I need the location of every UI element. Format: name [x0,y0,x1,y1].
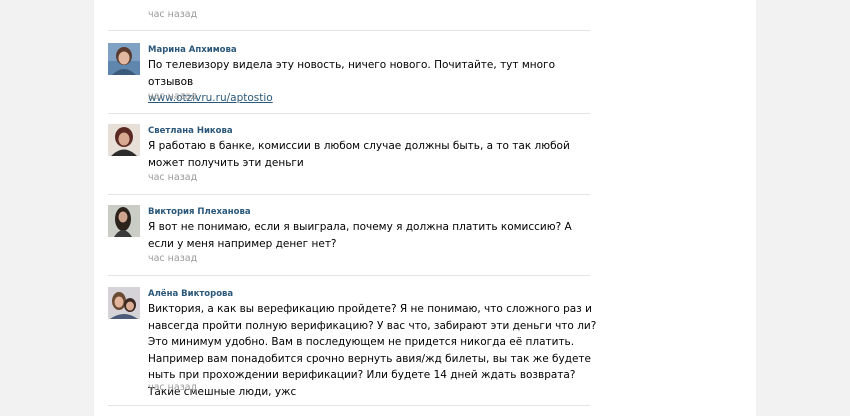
divider [108,405,590,406]
comment-author[interactable]: Алёна Викторова [148,289,233,299]
comment-time[interactable]: час назад [148,91,197,102]
divider [108,194,590,195]
comment-time[interactable]: час назад [148,172,197,183]
divider [108,113,590,114]
divider [108,30,590,31]
avatar[interactable] [108,205,140,237]
comment-item: Виктория Плеханова Я вот не понимаю, есл… [108,205,683,285]
comment-item: Светлана Никова Я работаю в банке, комис… [108,124,683,204]
comment-time[interactable]: час назад [148,382,197,393]
comment-time[interactable]: час назад [148,9,197,20]
comment-author[interactable]: Марина Апхимова [148,45,237,55]
comment-text: По телевизору видела эту новость, ничего… [148,57,598,107]
comment-item: Марина Апхимова По телевизору видела эту… [108,43,683,123]
avatar[interactable] [108,287,140,319]
avatar[interactable] [108,124,140,156]
comment-text: Виктория, а как вы верефикацию пройдете?… [148,303,597,398]
avatar[interactable] [108,43,140,75]
comment-time[interactable]: час назад [148,253,197,264]
divider [108,275,590,276]
comment-text: Я вот не понимаю, если я выиграла, почем… [148,221,572,250]
comment-item: Алёна Викторова Виктория, а как вы вереф… [108,287,683,416]
comment-item: час назад [108,0,683,40]
comment-author[interactable]: Светлана Никова [148,126,233,136]
comment-text: Я работаю в банке, комиссии в любом случ… [148,140,570,169]
page-container: час назад Марина Апхимова По телевизору … [94,0,756,416]
comment-text-body: По телевизору видела эту новость, ничего… [148,59,555,88]
comment-author[interactable]: Виктория Плеханова [148,207,251,217]
